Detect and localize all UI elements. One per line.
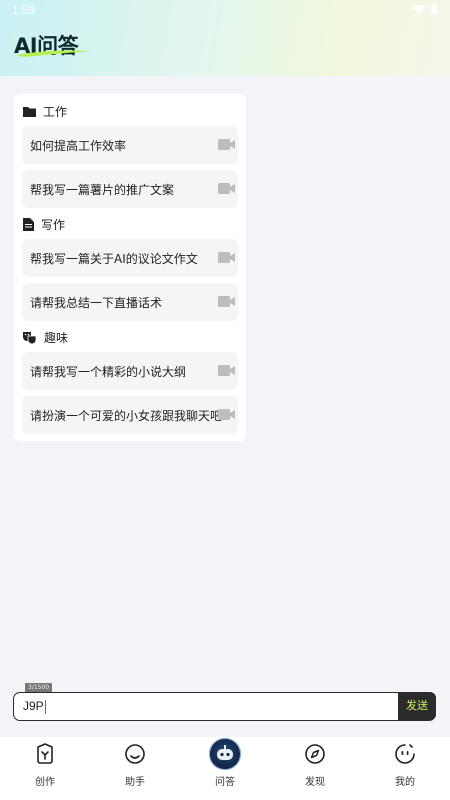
create-icon	[34, 743, 56, 765]
prompt-text: 帮我写一篇薯片的推广文案	[30, 182, 175, 197]
nav-item-profile[interactable]: 我的	[360, 737, 450, 800]
nav-item-create[interactable]: 创作	[0, 737, 90, 800]
bottom-nav: 创作 助手 问答 发现 我的	[0, 737, 450, 800]
chat-input[interactable]: J9P	[23, 693, 46, 719]
assistant-smile-icon	[124, 743, 146, 765]
section-header-fun: 趣味	[23, 328, 68, 346]
video-icon	[218, 139, 235, 150]
video-icon	[218, 365, 235, 376]
prompt-text: 请帮我写一个精彩的小说大纲	[30, 364, 187, 379]
text-caret	[44, 699, 46, 714]
video-icon	[218, 296, 235, 307]
nav-label: 问答	[215, 777, 235, 788]
battery-icon	[431, 4, 438, 15]
chat-input-bar: J9P 发送	[13, 692, 436, 721]
section-title: 写作	[41, 217, 66, 232]
prompt-text: 请扮演一个可爱的小女孩跟我聊天吧	[30, 408, 223, 423]
section-header-work: 工作	[23, 102, 67, 120]
prompt-item[interactable]: 帮我写一篇薯片的推广文案	[22, 170, 238, 208]
nav-label: 发现	[305, 777, 325, 788]
app-logo: AI问答	[14, 30, 104, 60]
nav-label: 我的	[395, 777, 415, 788]
send-button[interactable]: 发送	[398, 692, 436, 720]
nav-label: 创作	[35, 777, 55, 788]
nav-item-qa[interactable]: 问答	[180, 737, 270, 800]
wifi-icon	[413, 4, 425, 15]
video-icon	[218, 183, 235, 194]
prompt-item[interactable]: 请帮我写一个精彩的小说大纲	[22, 352, 238, 390]
section-title: 趣味	[44, 330, 69, 345]
prompt-text: 如何提高工作效率	[30, 138, 127, 153]
folder-icon	[23, 106, 36, 117]
section-header-writing: 写作	[23, 215, 65, 233]
theater-masks-icon	[23, 331, 37, 344]
section-title: 工作	[43, 104, 68, 119]
suggestion-card: 工作 如何提高工作效率 帮我写一篇薯片的推广文案 写作 帮我写一篇关于AI的议论…	[14, 94, 246, 441]
compass-icon	[304, 743, 326, 765]
chat-input-value: J9P	[23, 699, 44, 713]
profile-face-icon	[394, 743, 416, 765]
logo-swoosh-icon	[16, 50, 90, 57]
nav-item-assistant[interactable]: 助手	[90, 737, 180, 800]
prompt-item[interactable]: 请扮演一个可爱的小女孩跟我聊天吧	[22, 396, 238, 434]
robot-icon	[209, 738, 241, 770]
nav-item-discover[interactable]: 发现	[270, 737, 360, 800]
nav-label: 助手	[125, 777, 145, 788]
prompt-text: 请帮我总结一下直播话术	[30, 295, 163, 310]
status-time: 1:59	[12, 3, 36, 17]
prompt-item[interactable]: 帮我写一篇关于AI的议论文作文	[22, 239, 238, 277]
prompt-item[interactable]: 如何提高工作效率	[22, 126, 238, 164]
video-icon	[218, 252, 235, 263]
status-bar: 1:59	[0, 0, 450, 22]
prompt-item[interactable]: 请帮我总结一下直播话术	[22, 283, 238, 321]
video-icon	[218, 409, 235, 420]
prompt-text: 帮我写一篇关于AI的议论文作文	[30, 251, 198, 266]
document-icon	[23, 217, 34, 231]
